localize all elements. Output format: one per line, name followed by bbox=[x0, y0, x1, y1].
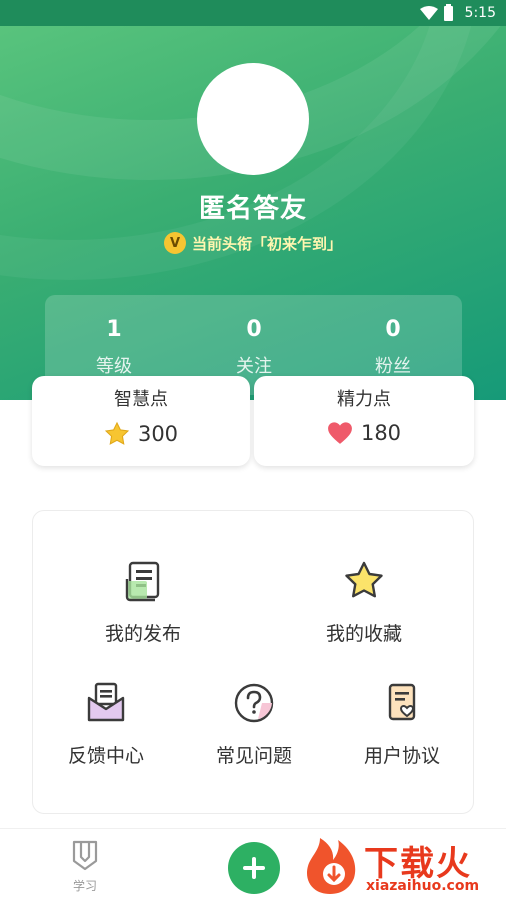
faq-button[interactable]: 常见问题 bbox=[189, 681, 319, 768]
wifi-icon bbox=[419, 6, 438, 20]
energy-points-card[interactable]: 精力点 180 bbox=[254, 376, 474, 466]
current-title-text: 当前头衔「初来乍到」 bbox=[191, 234, 342, 253]
publish-document-icon bbox=[125, 561, 160, 602]
tab-study[interactable]: 学习 bbox=[60, 839, 110, 894]
stat-value: 0 bbox=[385, 317, 401, 342]
stat-label: 等级 bbox=[96, 356, 132, 377]
pencil-book-icon bbox=[72, 840, 98, 871]
stat-following[interactable]: 0 关注 bbox=[184, 317, 324, 378]
vip-badge-icon: V bbox=[163, 232, 186, 254]
my-publish-button[interactable]: 我的发布 bbox=[78, 559, 208, 646]
feedback-mail-icon bbox=[87, 682, 125, 722]
tab-study-label: 学习 bbox=[72, 879, 97, 893]
stat-value: 1 bbox=[106, 317, 122, 342]
watermark: 下载火 xiazaihuo.com bbox=[300, 834, 506, 898]
my-favorites-label: 我的收藏 bbox=[325, 623, 402, 645]
bottom-tab-bar: 学习 下载火 xiazaihuo.com bbox=[0, 828, 506, 900]
user-agreement-label: 用户协议 bbox=[363, 745, 440, 767]
energy-points-label: 精力点 bbox=[337, 389, 391, 410]
my-publish-label: 我的发布 bbox=[104, 623, 181, 645]
favorite-star-icon bbox=[345, 561, 383, 598]
wisdom-points-label: 智慧点 bbox=[114, 389, 168, 410]
stat-label: 粉丝 bbox=[375, 356, 411, 377]
stat-label: 关注 bbox=[236, 356, 272, 377]
status-bar: 5:15 bbox=[0, 0, 506, 26]
wisdom-points-card[interactable]: 智慧点 300 bbox=[32, 376, 250, 466]
battery-icon bbox=[443, 3, 453, 21]
status-time: 5:15 bbox=[464, 5, 496, 21]
flame-logo-icon bbox=[306, 838, 356, 894]
plus-icon bbox=[243, 857, 265, 879]
user-agreement-button[interactable]: 用户协议 bbox=[337, 681, 467, 768]
my-favorites-button[interactable]: 我的收藏 bbox=[299, 559, 429, 646]
stat-fans[interactable]: 0 粉丝 bbox=[323, 317, 463, 378]
star-icon bbox=[104, 421, 130, 445]
stat-level[interactable]: 1 等级 bbox=[44, 317, 184, 378]
feedback-center-button[interactable]: 反馈中心 bbox=[41, 681, 171, 768]
feedback-center-label: 反馈中心 bbox=[67, 745, 144, 767]
watermark-url: xiazaihuo.com bbox=[366, 878, 480, 894]
avatar[interactable] bbox=[197, 63, 309, 175]
stat-value: 0 bbox=[246, 317, 262, 342]
menu-card: 我的发布 我的收藏 反馈中心 常见问题 用户协议 bbox=[32, 510, 474, 814]
heart-icon bbox=[328, 422, 352, 444]
current-title[interactable]: V 当前头衔「初来乍到」 bbox=[0, 232, 506, 254]
wisdom-points-value: 300 bbox=[137, 422, 179, 446]
energy-points-value: 180 bbox=[360, 421, 402, 445]
user-nickname: 匿名答友 bbox=[198, 194, 307, 224]
add-button[interactable] bbox=[228, 842, 280, 894]
agreement-document-icon bbox=[388, 683, 416, 721]
faq-label: 常见问题 bbox=[215, 745, 292, 767]
question-icon bbox=[234, 683, 274, 723]
